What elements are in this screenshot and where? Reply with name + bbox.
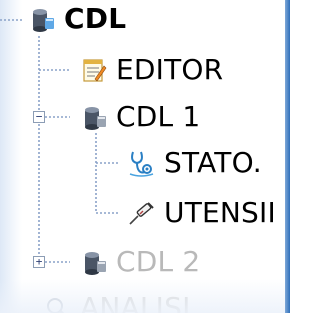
tree-node-label: CDL 1 <box>116 100 201 133</box>
syringe-tool-icon <box>126 198 156 228</box>
tree-node-label: STATO. <box>164 146 262 179</box>
tree-node-cdl1[interactable]: CDL 1 <box>78 102 200 132</box>
tree-node-label: CDL 2 <box>116 245 201 278</box>
cdl-database-icon <box>78 102 108 132</box>
expand-toggle-cdl2[interactable]: + <box>33 256 45 268</box>
expander-glyph: + <box>35 255 43 268</box>
collapse-toggle-cdl1[interactable]: − <box>33 111 45 123</box>
expander-glyph: − <box>35 110 43 123</box>
tree-node-utensili[interactable]: UTENSII <box>126 198 276 228</box>
tree-panel: CDL EDITOR − CDL 1 STATO. UTENSII + CDL … <box>0 0 290 313</box>
tree-node-analisi[interactable]: ANALISI <box>42 293 191 313</box>
editor-notepad-icon <box>78 55 108 85</box>
tree-node-stato[interactable]: STATO. <box>126 148 262 178</box>
cdl-database-icon <box>26 4 56 34</box>
tree-node-label: CDL <box>64 2 127 35</box>
tree-node-label: UTENSII <box>164 196 276 229</box>
tree-node-editor[interactable]: EDITOR <box>78 55 223 85</box>
window-right-border <box>285 0 290 313</box>
tree-view: CDL EDITOR − CDL 1 STATO. UTENSII + CDL … <box>0 0 290 313</box>
tree-node-cdl2[interactable]: CDL 2 <box>78 247 200 277</box>
cdl-database-icon <box>78 247 108 277</box>
tree-node-label: EDITOR <box>116 53 224 86</box>
stethoscope-icon <box>126 148 156 178</box>
tree-node-label: ANALISI <box>80 291 191 313</box>
tree-node-cdl[interactable]: CDL <box>26 4 126 34</box>
analysis-icon <box>42 293 72 313</box>
